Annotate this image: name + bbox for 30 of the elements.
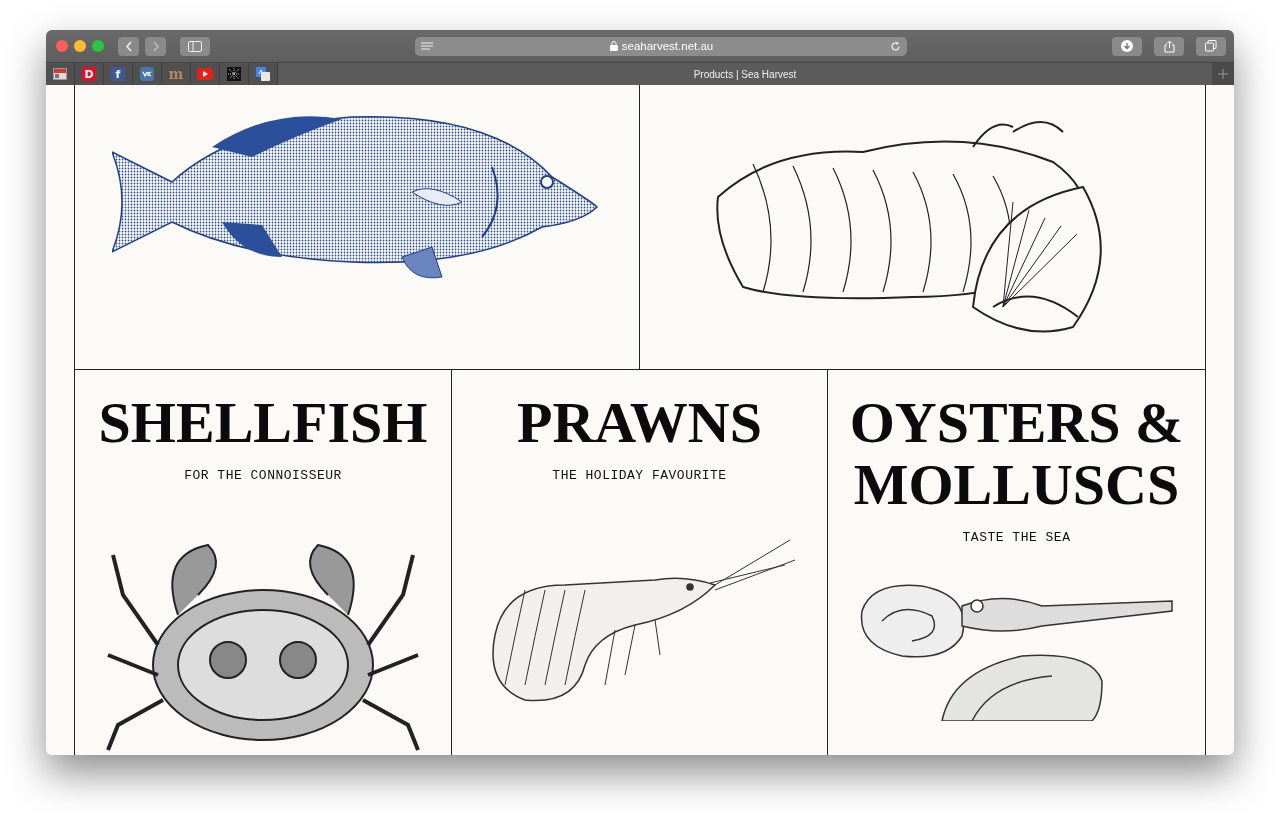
plus-icon	[1218, 69, 1228, 79]
back-button[interactable]	[118, 36, 139, 56]
share-button[interactable]	[1154, 36, 1184, 56]
share-icon	[1163, 39, 1175, 53]
product-subtitle: THE HOLIDAY FAVOURITE	[552, 468, 727, 483]
maximize-icon[interactable]	[92, 40, 104, 52]
favicon-icon: m	[168, 67, 184, 81]
minimize-icon[interactable]	[74, 40, 86, 52]
product-title: SHELLFISH	[98, 392, 428, 454]
product-subtitle: FOR THE CONNOISSEUR	[184, 468, 342, 483]
sidebar-icon	[188, 40, 202, 52]
product-subtitle: TASTE THE SEA	[962, 530, 1071, 545]
sidebar-button[interactable]	[180, 36, 210, 56]
tabs-icon	[1205, 40, 1217, 52]
favicon-icon: f	[111, 67, 125, 81]
product-title: PRAWNS	[517, 392, 762, 454]
address-bar[interactable]: seaharvest.net.au	[415, 36, 907, 56]
reader-icon	[421, 41, 433, 51]
url-text: seaharvest.net.au	[621, 40, 714, 52]
layout-icon	[53, 68, 67, 80]
back-icon	[124, 40, 133, 52]
product-title: OYSTERS & MOLLUSCS	[848, 392, 1185, 516]
downloads-button[interactable]	[1112, 36, 1142, 56]
browser-tab[interactable]: Products | Sea Harvest	[278, 63, 1212, 85]
favicon-icon: D	[82, 67, 96, 81]
reload-icon	[890, 40, 901, 52]
forward-button[interactable]	[145, 36, 166, 56]
tabs-overview-button[interactable]	[1196, 36, 1226, 56]
forward-icon	[151, 40, 160, 52]
download-icon	[1121, 40, 1133, 52]
